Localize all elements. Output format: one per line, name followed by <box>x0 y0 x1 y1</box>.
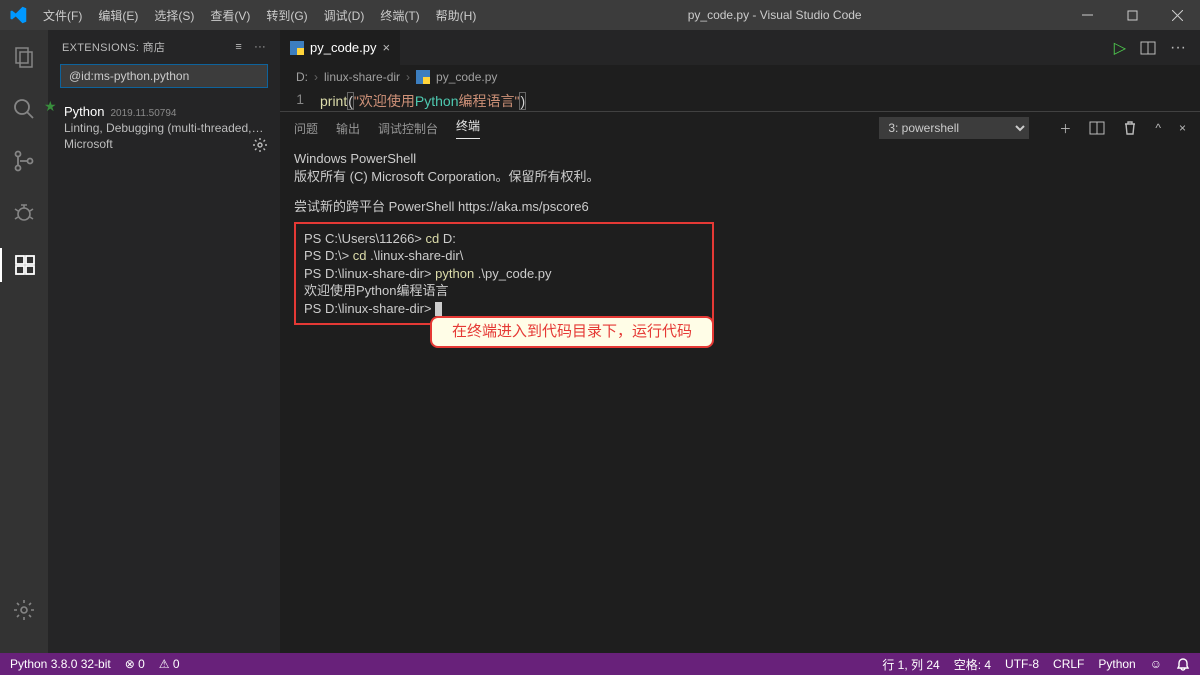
split-icon[interactable] <box>1140 40 1156 56</box>
terminal[interactable]: Windows PowerShell 版权所有 (C) Microsoft Co… <box>280 144 1200 529</box>
status-bar: Python 3.8.0 32-bit ⊗ 0 ⚠ 0 行 1, 列 24 空格… <box>0 653 1200 675</box>
extension-item[interactable]: Python 2019.11.50794 Linting, Debugging (… <box>48 98 280 161</box>
extension-publisher: Microsoft <box>64 137 266 151</box>
explorer-icon[interactable] <box>0 40 48 74</box>
close-icon[interactable] <box>1155 0 1200 30</box>
annotation-callout: 在终端进入到代码目录下，运行代码 <box>430 316 714 348</box>
status-lang[interactable]: Python <box>1098 657 1135 671</box>
tab-output[interactable]: 输出 <box>336 120 360 137</box>
activity-bar <box>0 30 48 653</box>
filter-icon[interactable]: ≡ <box>235 41 242 53</box>
status-indent[interactable]: 空格: 4 <box>954 656 991 673</box>
terminal-line: 尝试新的跨平台 PowerShell https://aka.ms/pscore… <box>294 198 1186 216</box>
split-terminal-icon[interactable] <box>1089 120 1105 136</box>
annotation-box: PS C:\Users\11266> cd D: PS D:\> cd .\li… <box>294 222 714 326</box>
menu-view[interactable]: 查看(V) <box>202 7 258 24</box>
window-title: py_code.py - Visual Studio Code <box>484 8 1065 22</box>
menu-select[interactable]: 选择(S) <box>146 7 202 24</box>
search-icon[interactable] <box>0 92 48 126</box>
extensions-icon[interactable] <box>0 248 48 282</box>
tab-problems[interactable]: 问题 <box>294 120 318 137</box>
status-warnings[interactable]: ⚠ 0 <box>159 657 180 671</box>
status-encoding[interactable]: UTF-8 <box>1005 657 1039 671</box>
new-terminal-icon[interactable]: ＋ <box>1059 120 1071 137</box>
close-panel-icon[interactable]: × <box>1179 121 1186 135</box>
sidebar-header: EXTENSIONS: 商店 ≡ ··· <box>48 30 280 64</box>
terminal-line: 版权所有 (C) Microsoft Corporation。保留所有权利。 <box>294 168 1186 186</box>
status-eol[interactable]: CRLF <box>1053 657 1084 671</box>
title-bar: 文件(F) 编辑(E) 选择(S) 查看(V) 转到(G) 调试(D) 终端(T… <box>0 0 1200 30</box>
terminal-line: Windows PowerShell <box>294 150 1186 168</box>
settings-gear-icon[interactable] <box>0 593 48 627</box>
maximize-icon[interactable] <box>1110 0 1155 30</box>
debug-icon[interactable] <box>0 196 48 230</box>
terminal-line: PS D:\linux-share-dir> <box>304 300 704 318</box>
python-file-icon <box>290 41 304 55</box>
code-line[interactable]: print("欢迎使用Python编程语言") <box>320 91 526 111</box>
terminal-line: PS C:\Users\11266> cd D: <box>304 230 704 248</box>
tab-close-icon[interactable]: × <box>383 40 391 55</box>
terminal-line: PS D:\> cd .\linux-share-dir\ <box>304 247 704 265</box>
status-feedback-icon[interactable]: ☺ <box>1150 657 1162 671</box>
terminal-select[interactable]: 3: powershell <box>879 117 1029 139</box>
menu-goto[interactable]: 转到(G) <box>258 7 315 24</box>
crumb-dir[interactable]: linux-share-dir <box>324 70 400 84</box>
breadcrumb[interactable]: D:› linux-share-dir› py_code.py <box>280 65 1200 89</box>
status-python[interactable]: Python 3.8.0 32-bit <box>10 657 111 671</box>
menu-help[interactable]: 帮助(H) <box>428 7 485 24</box>
extension-desc: Linting, Debugging (multi-threaded, r... <box>64 121 266 135</box>
more-icon[interactable]: ··· <box>254 41 266 53</box>
code-editor[interactable]: 1 print("欢迎使用Python编程语言") <box>280 89 1200 111</box>
menu-bar: 文件(F) 编辑(E) 选择(S) 查看(V) 转到(G) 调试(D) 终端(T… <box>35 7 484 24</box>
extension-version: 2019.11.50794 <box>110 108 176 119</box>
terminal-line: 欢迎使用Python编程语言 <box>304 282 704 300</box>
extension-search-input[interactable]: @id:ms-python.python <box>60 64 268 88</box>
crumb-file[interactable]: py_code.py <box>436 70 497 84</box>
status-errors[interactable]: ⊗ 0 <box>125 657 145 671</box>
status-cursor-pos[interactable]: 行 1, 列 24 <box>882 656 939 673</box>
maximize-panel-icon[interactable]: ^ <box>1155 121 1161 135</box>
scm-icon[interactable] <box>0 144 48 178</box>
menu-file[interactable]: 文件(F) <box>35 7 90 24</box>
panel-tabs: 问题 输出 调试控制台 终端 3: powershell ＋ ^ × <box>280 112 1200 144</box>
editor-tabs: py_code.py × ▷ ··· <box>280 30 1200 65</box>
extension-name: Python <box>64 104 104 119</box>
extension-gear-icon[interactable] <box>252 137 268 153</box>
menu-debug[interactable]: 调试(D) <box>316 7 373 24</box>
menu-terminal[interactable]: 终端(T) <box>372 7 427 24</box>
python-file-icon <box>416 70 430 84</box>
tab-pycode[interactable]: py_code.py × <box>280 30 401 65</box>
panel: 问题 输出 调试控制台 终端 3: powershell ＋ ^ × Windo… <box>280 111 1200 529</box>
tab-label: py_code.py <box>310 40 377 55</box>
window-controls <box>1065 0 1200 30</box>
line-number: 1 <box>280 91 320 111</box>
menu-edit[interactable]: 编辑(E) <box>90 7 146 24</box>
tab-debug-console[interactable]: 调试控制台 <box>378 120 438 137</box>
terminal-line: PS D:\linux-share-dir> python .\py_code.… <box>304 265 704 283</box>
more-actions-icon[interactable]: ··· <box>1170 39 1186 57</box>
crumb-drive[interactable]: D: <box>296 70 308 84</box>
minimize-icon[interactable] <box>1065 0 1110 30</box>
sidebar: ★ EXTENSIONS: 商店 ≡ ··· @id:ms-python.pyt… <box>48 30 280 653</box>
tab-terminal[interactable]: 终端 <box>456 117 480 139</box>
editor-area: py_code.py × ▷ ··· D:› linux-share-dir› … <box>280 30 1200 653</box>
sidebar-title: EXTENSIONS: 商店 <box>62 39 165 55</box>
vscode-logo-icon <box>0 6 35 24</box>
trash-icon[interactable] <box>1123 120 1137 136</box>
cursor-icon <box>435 302 442 316</box>
run-icon[interactable]: ▷ <box>1114 38 1126 58</box>
status-bell-icon[interactable] <box>1176 657 1190 671</box>
